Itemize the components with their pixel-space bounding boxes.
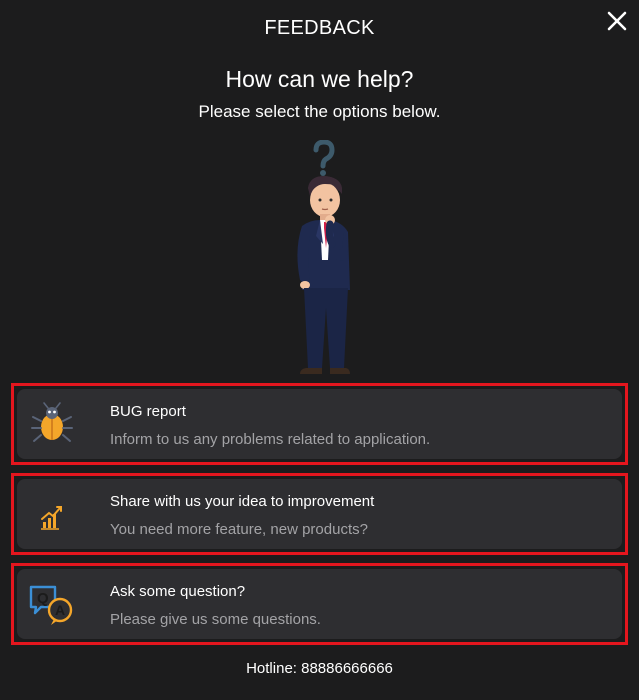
qa-chat-icon: Q A [27,579,77,629]
option-title: Share with us your idea to improvement [110,493,375,510]
close-icon [607,11,627,31]
option-title: BUG report [110,403,186,420]
bug-report-option[interactable]: BUG report Inform to us any problems rel… [11,383,628,465]
feedback-dialog: FEEDBACK How can we help? Please select … [0,0,639,700]
idea-improvement-option[interactable]: Share with us your idea to improvement Y… [11,473,628,555]
svg-text:A: A [55,602,65,618]
help-subheading: Please select the options below. [198,102,441,121]
growth-chart-icon [27,489,77,539]
option-title: Ask some question? [110,583,246,600]
question-mark-icon [313,139,335,176]
hotline-text: Hotline: 88886666666 [246,660,393,677]
ask-question-option[interactable]: Q A Ask some question? Please give us so… [11,563,628,645]
close-button[interactable] [605,9,629,33]
option-description: Please give us some questions. [110,611,321,628]
option-description: Inform to us any problems related to app… [110,431,431,448]
option-description: You need more feature, new products? [110,521,368,538]
svg-text:Q: Q [37,590,49,607]
bug-icon [27,399,77,449]
thinking-man-illustration [270,139,370,376]
option-card: Share with us your idea to improvement Y… [17,479,622,549]
dialog-title: FEEDBACK [264,17,375,39]
help-heading: How can we help? [225,66,414,92]
option-card: BUG report Inform to us any problems rel… [17,389,622,459]
option-card: Q A Ask some question? Please give us so… [17,569,622,639]
